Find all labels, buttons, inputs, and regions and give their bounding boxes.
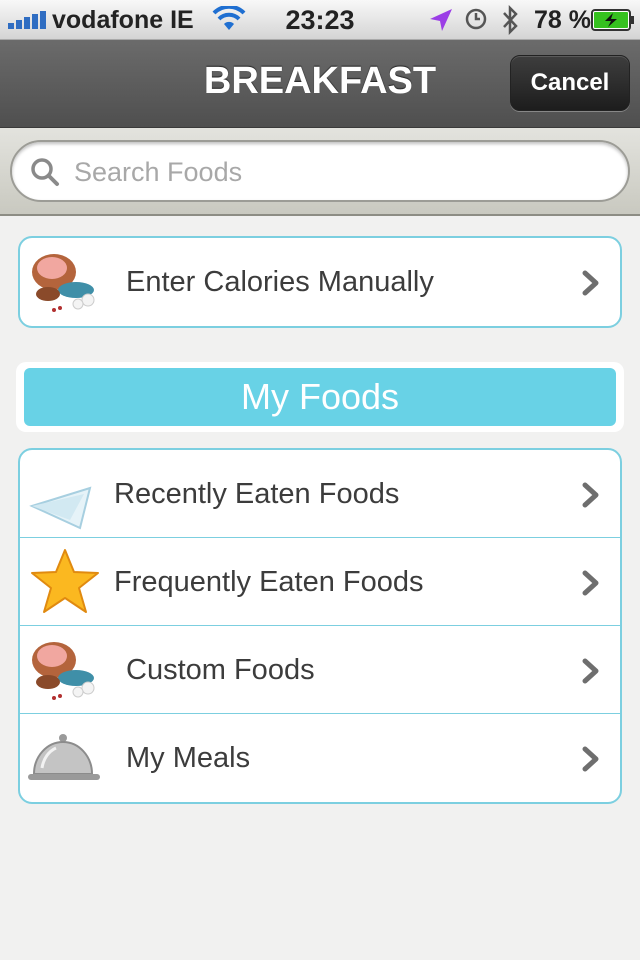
custom-foods-row[interactable]: Custom Foods xyxy=(20,626,620,714)
food-platter-icon xyxy=(32,642,95,700)
enter-calories-manually-row[interactable]: Enter Calories Manually xyxy=(20,238,620,326)
bluetooth-icon xyxy=(503,5,518,35)
cancel-button[interactable]: Cancel xyxy=(510,55,630,111)
food-platter-icon xyxy=(32,254,95,312)
chevron-right-icon xyxy=(582,482,599,508)
chevron-right-icon xyxy=(582,746,599,772)
row-label: Frequently Eaten Foods xyxy=(114,566,424,598)
section-header: My Foods xyxy=(24,368,616,426)
my-foods-header-wrap: My Foods xyxy=(16,362,624,432)
row-label: Enter Calories Manually xyxy=(126,266,434,298)
search-icon xyxy=(31,158,59,186)
location-arrow-icon xyxy=(430,9,452,31)
row-label: Custom Foods xyxy=(126,654,315,686)
manual-entry-card: Enter Calories Manually xyxy=(18,236,622,328)
search-input[interactable]: Search Foods xyxy=(10,140,630,202)
row-label: Recently Eaten Foods xyxy=(114,478,400,510)
my-foods-list: Recently Eaten Foods Frequently Eaten Fo… xyxy=(18,448,622,804)
alarm-clock-icon xyxy=(465,8,487,30)
row-label: My Meals xyxy=(126,742,251,774)
frequently-eaten-foods-row[interactable]: Frequently Eaten Foods xyxy=(20,538,620,626)
navigation-bar: BREAKFAST Cancel xyxy=(0,40,640,128)
my-meals-row[interactable]: My Meals xyxy=(20,714,620,802)
star-icon xyxy=(31,549,99,613)
napkin-icon xyxy=(29,486,92,530)
search-bar: Search Foods xyxy=(0,128,640,216)
chevron-right-icon xyxy=(582,570,599,596)
cloche-icon xyxy=(28,734,100,780)
battery-charging-icon xyxy=(591,9,634,31)
search-placeholder: Search Foods xyxy=(74,157,243,187)
recently-eaten-foods-row[interactable]: Recently Eaten Foods xyxy=(20,450,620,538)
battery-percent: 78 % xyxy=(534,6,591,34)
chevron-right-icon xyxy=(582,270,599,296)
status-bar: vodafone IE 23:23 78 % xyxy=(0,0,640,40)
chevron-right-icon xyxy=(582,658,599,684)
